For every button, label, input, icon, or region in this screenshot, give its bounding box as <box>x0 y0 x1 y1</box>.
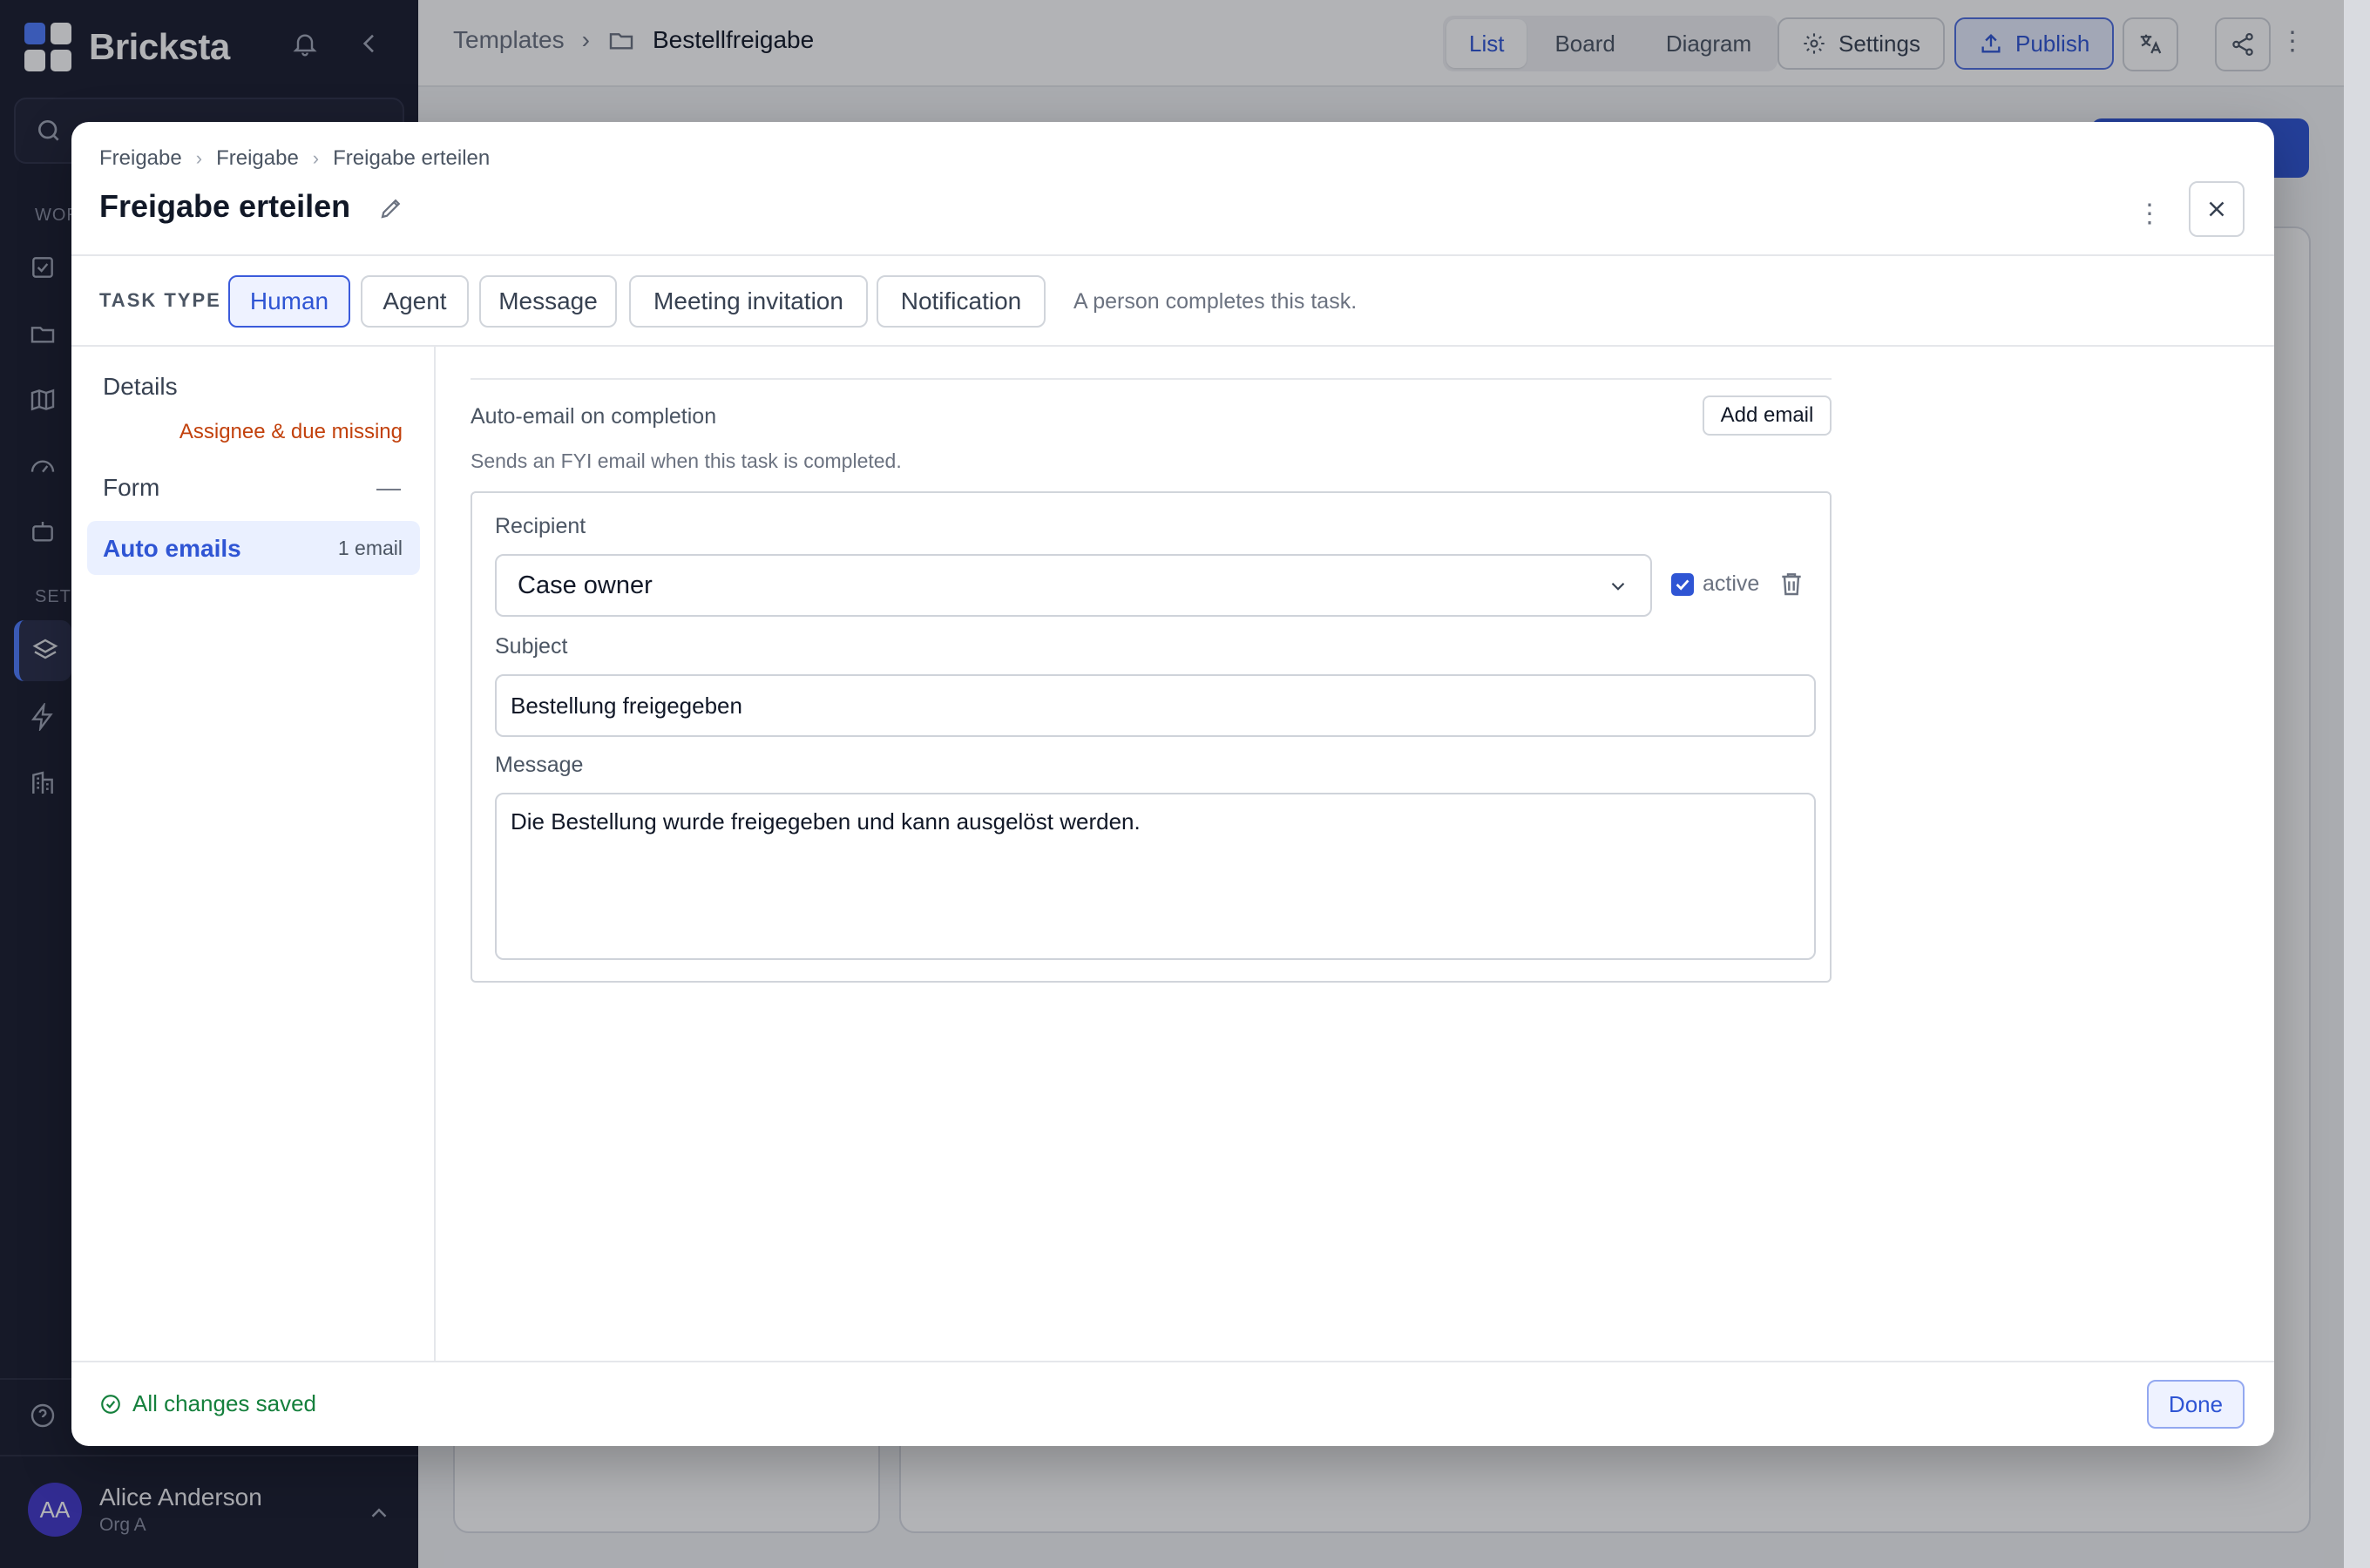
check-circle-icon <box>101 1394 120 1414</box>
section-description: Sends an FYI email when this task is com… <box>471 449 902 472</box>
close-button[interactable] <box>2189 181 2245 237</box>
dialog-footer: All changes saved Done <box>71 1361 2274 1446</box>
page-scrollbar[interactable] <box>2344 0 2370 1568</box>
done-button[interactable]: Done <box>2147 1380 2245 1429</box>
message-textarea[interactable]: Die Bestellung wurde freigegeben und kan… <box>495 793 1816 960</box>
chevron-down-icon <box>1611 582 1625 591</box>
trash-icon <box>1782 573 1801 596</box>
divider <box>471 378 1832 380</box>
task-type-meeting-invitation[interactable]: Meeting invitation <box>629 275 868 328</box>
task-dialog: Freigabe › Freigabe › Freigabe erteilen … <box>71 122 2274 1446</box>
save-status: All changes saved <box>99 1390 316 1417</box>
dialog-breadcrumb-current: Freigabe erteilen <box>333 146 491 170</box>
email-card: Recipient Case owner active Subject Best… <box>471 491 1832 983</box>
chevron-right-icon: › <box>312 147 320 169</box>
task-type-message[interactable]: Message <box>479 275 617 328</box>
section-heading: Auto-email on completion <box>471 404 717 429</box>
delete-email-button[interactable] <box>1778 570 1807 599</box>
dialog-header: Freigabe › Freigabe › Freigabe erteilen … <box>71 122 2274 256</box>
save-status-text: All changes saved <box>132 1390 317 1416</box>
task-type-label: TASK TYPE <box>99 289 221 311</box>
active-label: active <box>1703 571 1760 596</box>
task-type-human[interactable]: Human <box>228 275 350 328</box>
nav-item-label: Form <box>103 474 160 501</box>
pencil-icon[interactable] <box>378 195 410 226</box>
subject-label: Subject <box>495 634 568 659</box>
nav-item-details[interactable]: Details Assignee & due missing <box>87 359 420 451</box>
add-email-button[interactable]: Add email <box>1703 395 1832 436</box>
recipient-label: Recipient <box>495 514 586 538</box>
nav-item-label: Auto emails <box>103 535 241 562</box>
auto-emails-panel: Auto-email on completion Sends an FYI em… <box>436 347 2274 1361</box>
task-type-bar: TASK TYPE Human Agent Message Meeting in… <box>71 256 2274 347</box>
task-type-hint: A person completes this task. <box>1073 289 1358 314</box>
message-label: Message <box>495 753 584 777</box>
nav-item-form[interactable]: Form — <box>87 460 420 514</box>
recipient-select[interactable]: Case owner <box>495 554 1652 617</box>
dialog-breadcrumb-item[interactable]: Freigabe <box>99 146 182 171</box>
nav-item-label: Details <box>103 373 178 400</box>
details-warning: Assignee & due missing <box>179 420 403 443</box>
form-status: — <box>376 474 401 501</box>
recipient-value: Case owner <box>518 571 653 599</box>
task-type-notification[interactable]: Notification <box>877 275 1046 328</box>
nav-item-auto-emails[interactable]: Auto emails 1 email <box>87 521 420 575</box>
chevron-right-icon: › <box>195 147 203 169</box>
active-checkbox[interactable] <box>1671 572 1694 596</box>
app-root: Bricksta WOR SETU AA Alice Anderson Org … <box>0 0 2370 1568</box>
close-icon <box>2209 201 2224 217</box>
dialog-breadcrumb-item[interactable]: Freigabe <box>216 146 299 171</box>
dialog-title: Freigabe erteilen <box>99 188 351 224</box>
auto-emails-count: 1 email <box>337 537 403 559</box>
dialog-breadcrumb: Freigabe › Freigabe › Freigabe erteilen <box>99 146 490 171</box>
check-icon <box>1676 578 1689 591</box>
active-toggle[interactable]: active <box>1671 571 1759 597</box>
subject-input[interactable]: Bestellung freigegeben <box>495 674 1816 737</box>
task-type-agent[interactable]: Agent <box>361 275 469 328</box>
dialog-nav: Details Assignee & due missing Form — Au… <box>71 347 436 1361</box>
more-vertical-icon[interactable]: ⋮ <box>2136 197 2163 232</box>
